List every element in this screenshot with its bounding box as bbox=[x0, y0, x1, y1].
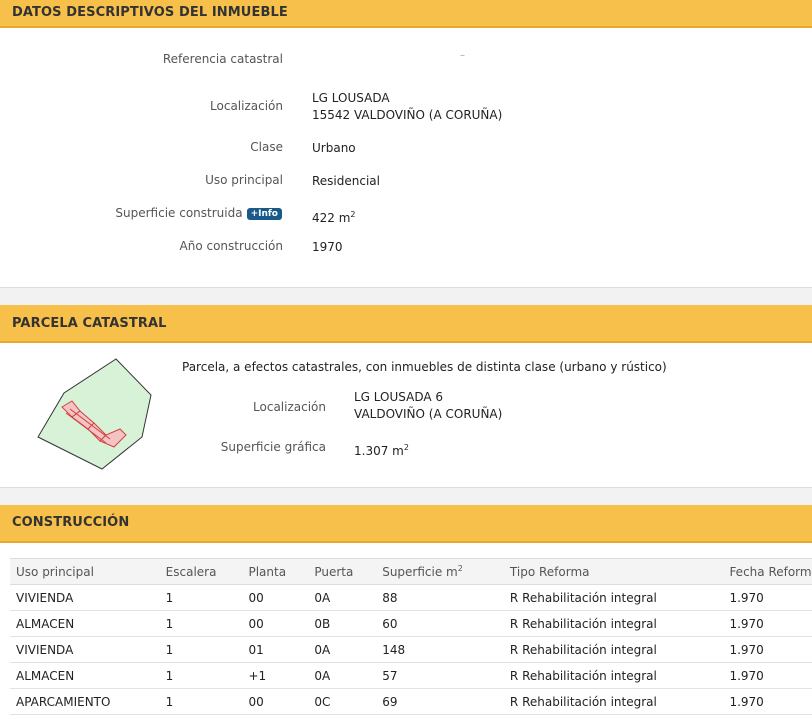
col-puerta[interactable]: Puerta bbox=[308, 558, 377, 585]
parcel-note: Parcela, a efectos catastrales, con inmu… bbox=[182, 360, 667, 374]
table-row: APARCAMIENTO 1 00 0C 69 R Rehabilitación… bbox=[10, 688, 812, 715]
cell-escalera: 1 bbox=[159, 688, 243, 715]
cell-planta: 00 bbox=[242, 688, 309, 715]
col-tipo-reforma[interactable]: Tipo Reforma bbox=[503, 558, 724, 585]
cell-superficie: 148 bbox=[376, 636, 504, 663]
cell-puerta: 0A bbox=[308, 584, 377, 611]
cell-fecha-reforma: 1.970 bbox=[723, 610, 812, 637]
construction-table-header: Uso principal Escalera Planta Puerta Sup… bbox=[10, 558, 812, 585]
parcel-localizacion-value: LG LOUSADA 6 VALDOVIÑO (A CORUÑA) bbox=[354, 389, 502, 423]
cell-tipo-reforma: R Rehabilitación integral bbox=[503, 584, 724, 611]
cell-escalera: 1 bbox=[159, 662, 243, 689]
cell-fecha-reforma: 1.970 bbox=[723, 688, 812, 715]
superficie-construida-number: 422 m bbox=[312, 211, 351, 225]
table-row: VIVIENDA 1 01 0A 148 R Rehabilitación in… bbox=[10, 636, 812, 663]
parcel-superficie-number: 1.307 m bbox=[354, 444, 404, 458]
cell-fecha-reforma: 1.970 bbox=[723, 584, 812, 611]
cell-uso: ALMACEN bbox=[10, 662, 160, 689]
ano-construccion-label: Año construcción bbox=[179, 239, 284, 253]
localizacion-label: Localización bbox=[210, 99, 283, 113]
cell-puerta: 0A bbox=[308, 662, 377, 689]
construction-header: CONSTRUCCIÓN bbox=[0, 505, 812, 543]
ano-construccion-value: 1970 bbox=[312, 240, 343, 254]
uso-principal-value: Residencial bbox=[312, 174, 380, 188]
parcel-header: PARCELA CATASTRAL bbox=[0, 305, 812, 343]
cell-uso: VIVIENDA bbox=[10, 636, 160, 663]
superficie-construida-value: 422 m2 bbox=[312, 206, 356, 227]
cell-fecha-reforma: 1.970 bbox=[723, 662, 812, 689]
parcel-localizacion-label: Localización bbox=[253, 400, 326, 414]
localizacion-line2: 15542 VALDOVIÑO (A CORUÑA) bbox=[312, 108, 503, 122]
col-uso-principal[interactable]: Uso principal bbox=[10, 558, 160, 585]
table-row: VIVIENDA 1 00 0A 88 R Rehabilitación int… bbox=[10, 584, 812, 611]
descriptive-data-panel: DATOS DESCRIPTIVOS DEL INMUEBLE Referenc… bbox=[0, 0, 812, 288]
parcel-superficie-sup: 2 bbox=[403, 443, 409, 452]
ref-catastral-value: – bbox=[460, 50, 465, 61]
col-planta[interactable]: Planta bbox=[242, 558, 309, 585]
cell-escalera: 1 bbox=[159, 636, 243, 663]
cell-tipo-reforma: R Rehabilitación integral bbox=[503, 610, 724, 637]
clase-label: Clase bbox=[250, 140, 283, 154]
parcel-map[interactable] bbox=[36, 357, 156, 475]
cell-superficie: 60 bbox=[376, 610, 504, 637]
col-escalera[interactable]: Escalera bbox=[159, 558, 243, 585]
uso-principal-label: Uso principal bbox=[205, 173, 283, 187]
superficie-construida-sup: 2 bbox=[350, 210, 356, 219]
construction-panel: CONSTRUCCIÓN Uso principal Escalera Plan… bbox=[0, 505, 812, 721]
parcel-superficie-value: 1.307 m2 bbox=[354, 439, 409, 460]
cell-superficie: 88 bbox=[376, 584, 504, 611]
cell-superficie: 57 bbox=[376, 662, 504, 689]
cell-planta: +1 bbox=[242, 662, 309, 689]
cell-superficie: 69 bbox=[376, 688, 504, 715]
cell-uso: APARCAMIENTO bbox=[10, 688, 160, 715]
cell-planta: 00 bbox=[242, 584, 309, 611]
ref-catastral-label: Referencia catastral bbox=[162, 52, 283, 66]
cell-planta: 01 bbox=[242, 636, 309, 663]
cell-puerta: 0C bbox=[308, 688, 377, 715]
cell-tipo-reforma: R Rehabilitación integral bbox=[503, 636, 724, 663]
cell-puerta: 0B bbox=[308, 610, 377, 637]
col-superficie-sup: 2 bbox=[457, 564, 463, 573]
superficie-construida-label: Superficie construida bbox=[115, 206, 243, 220]
info-button[interactable]: +Info bbox=[246, 208, 282, 220]
parcel-panel: PARCELA CATASTRAL Parcela, a efectos cat… bbox=[0, 305, 812, 488]
clase-value: Urbano bbox=[312, 141, 356, 155]
construction-table: Uso principal Escalera Planta Puerta Sup… bbox=[10, 558, 812, 715]
cell-puerta: 0A bbox=[308, 636, 377, 663]
descriptive-data-header: DATOS DESCRIPTIVOS DEL INMUEBLE bbox=[0, 0, 812, 28]
cell-tipo-reforma: R Rehabilitación integral bbox=[503, 688, 724, 715]
cell-escalera: 1 bbox=[159, 610, 243, 637]
cell-uso: VIVIENDA bbox=[10, 584, 160, 611]
col-superficie-label: Superficie m bbox=[382, 565, 458, 579]
cell-tipo-reforma: R Rehabilitación integral bbox=[503, 662, 724, 689]
cell-escalera: 1 bbox=[159, 584, 243, 611]
cell-planta: 00 bbox=[242, 610, 309, 637]
col-superficie[interactable]: Superficie m2 bbox=[376, 558, 504, 585]
col-fecha-reforma[interactable]: Fecha Reforma bbox=[723, 558, 812, 585]
cell-fecha-reforma: 1.970 bbox=[723, 636, 812, 663]
parcel-outline bbox=[37, 358, 152, 470]
parcel-localizacion-line2: VALDOVIÑO (A CORUÑA) bbox=[354, 407, 503, 421]
cell-uso: ALMACEN bbox=[10, 610, 160, 637]
table-row: ALMACEN 1 00 0B 60 R Rehabilitación inte… bbox=[10, 610, 812, 637]
table-row: ALMACEN 1 +1 0A 57 R Rehabilitación inte… bbox=[10, 662, 812, 689]
localizacion-value: LG LOUSADA 15542 VALDOVIÑO (A CORUÑA) bbox=[312, 90, 502, 124]
localizacion-line1: LG LOUSADA bbox=[312, 91, 390, 105]
superficie-construida-label-group: Superficie construida +Info bbox=[115, 206, 282, 220]
parcel-superficie-label: Superficie gráfica bbox=[220, 440, 326, 454]
parcel-localizacion-line1: LG LOUSADA 6 bbox=[354, 390, 444, 404]
